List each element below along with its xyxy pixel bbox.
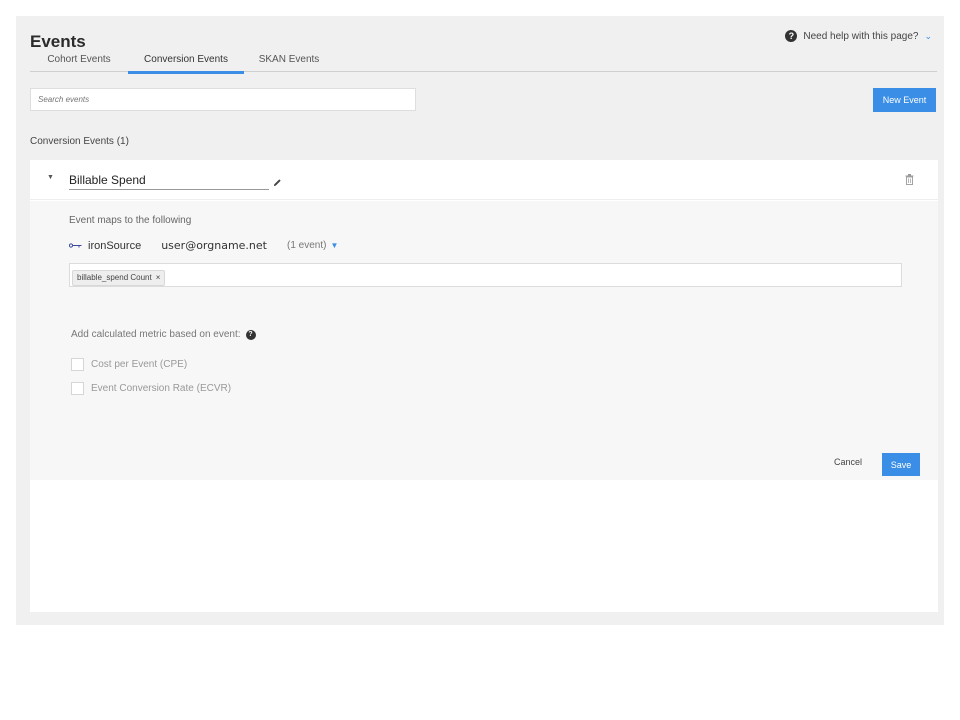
event-tag: billable_spend Count × bbox=[72, 269, 166, 286]
ecvr-label: Event Conversion Rate (ECVR) bbox=[91, 383, 232, 394]
tab-cohort-events[interactable]: Cohort Events bbox=[30, 50, 128, 72]
trash-icon[interactable] bbox=[905, 174, 914, 185]
maps-label: Event maps to the following bbox=[69, 215, 192, 226]
dropdown-arrow-icon: ▼ bbox=[330, 241, 339, 250]
source-row: ironSource user@orgname.net (1 event) ▼ bbox=[69, 239, 338, 252]
search-input[interactable] bbox=[30, 88, 416, 111]
new-event-button[interactable]: New Event bbox=[873, 88, 936, 112]
tab-bar: Cohort Events Conversion Events SKAN Eve… bbox=[30, 50, 937, 74]
event-count: (1 event) bbox=[286, 240, 327, 251]
remove-tag-icon[interactable]: × bbox=[156, 273, 161, 282]
source-user: user@orgname.net bbox=[161, 239, 267, 252]
caret-down-icon[interactable]: ▼ bbox=[47, 174, 54, 181]
metric-option-ecvr[interactable]: Event Conversion Rate (ECVR) bbox=[71, 382, 231, 395]
help-icon: ? bbox=[785, 30, 798, 42]
metric-option-cpe[interactable]: Cost per Event (CPE) bbox=[71, 358, 187, 371]
event-tag-label: billable_spend Count bbox=[77, 273, 152, 282]
calculated-metric-label: Add calculated metric based on event: ? bbox=[71, 329, 256, 340]
event-card-body: Event maps to the following ironSource u… bbox=[30, 201, 938, 480]
cancel-button[interactable]: Cancel bbox=[834, 457, 862, 467]
event-count-dropdown[interactable]: (1 event) ▼ bbox=[287, 240, 338, 251]
tab-conversion-events[interactable]: Conversion Events bbox=[128, 50, 244, 74]
help-text: Need help with this page? bbox=[803, 30, 919, 42]
pencil-icon[interactable] bbox=[273, 178, 282, 187]
event-name-input[interactable] bbox=[69, 171, 269, 190]
event-tags-input[interactable]: billable_spend Count × bbox=[69, 263, 902, 287]
source-name: ironSource bbox=[88, 239, 142, 252]
chevron-down-icon: ⌄ bbox=[924, 30, 932, 41]
events-page: Events ? Need help with this page? ⌄ Coh… bbox=[16, 16, 944, 625]
event-card-header: ▼ bbox=[30, 160, 938, 200]
key-icon bbox=[69, 243, 82, 248]
ecvr-checkbox[interactable] bbox=[71, 382, 84, 395]
question-icon[interactable]: ? bbox=[245, 329, 256, 340]
page-title: Events bbox=[30, 32, 86, 51]
help-link[interactable]: ? Need help with this page? ⌄ bbox=[785, 30, 932, 42]
save-button[interactable]: Save bbox=[882, 453, 920, 476]
cpe-label: Cost per Event (CPE) bbox=[91, 359, 188, 370]
event-card: ▼ Event maps to the following bbox=[30, 160, 938, 612]
section-title: Conversion Events (1) bbox=[30, 136, 129, 147]
cpe-checkbox[interactable] bbox=[71, 358, 84, 371]
tab-skan-events[interactable]: SKAN Events bbox=[244, 50, 334, 72]
